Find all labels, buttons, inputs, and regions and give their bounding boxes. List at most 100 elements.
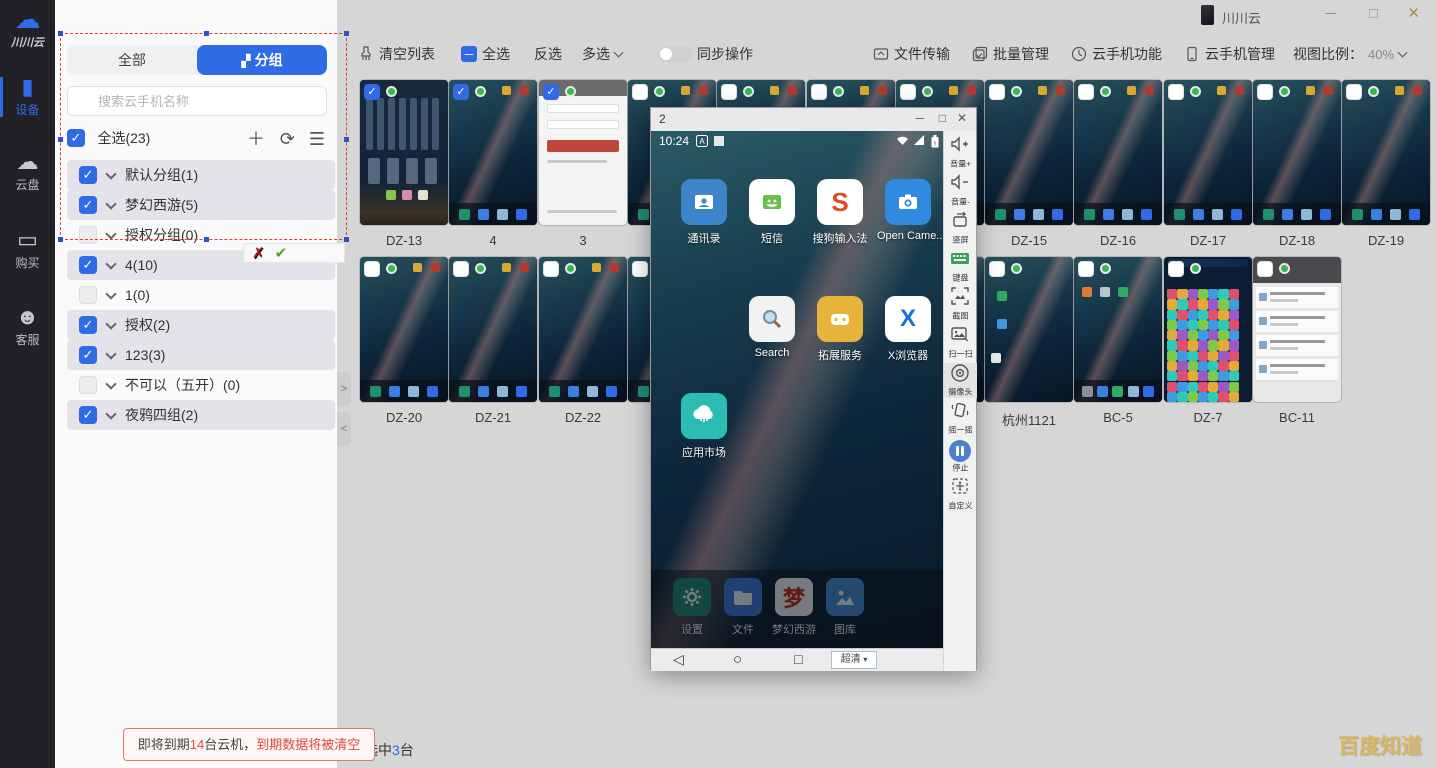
- device-checkbox[interactable]: [1078, 84, 1094, 100]
- device-checkbox[interactable]: [989, 84, 1005, 100]
- group-checkbox[interactable]: ✓: [79, 166, 97, 184]
- device-checkbox[interactable]: [543, 261, 559, 277]
- device-card[interactable]: [1164, 80, 1252, 225]
- phone-screen[interactable]: 10:24 A ! 通讯录短信S搜狗输入法Open Came..Search拓展…: [651, 131, 945, 648]
- sidebar-item-cloud-disk[interactable]: ☁ 云盘: [0, 150, 55, 193]
- device-card[interactable]: [1253, 257, 1341, 402]
- device-checkbox[interactable]: ✓: [364, 84, 380, 100]
- group-checkbox[interactable]: [79, 376, 97, 394]
- device-checkbox[interactable]: [900, 84, 916, 100]
- toggle-off-icon[interactable]: [658, 46, 692, 62]
- device-card[interactable]: [1253, 80, 1341, 225]
- group-checkbox[interactable]: [79, 286, 97, 304]
- device-checkbox[interactable]: [1078, 261, 1094, 277]
- device-card[interactable]: [985, 257, 1073, 402]
- file-transfer-button[interactable]: 文件传输: [873, 44, 950, 64]
- group-checkbox[interactable]: ✓: [79, 346, 97, 364]
- app-search-app[interactable]: Search: [741, 296, 803, 359]
- device-card[interactable]: [360, 257, 448, 402]
- android-recents-icon[interactable]: □: [794, 651, 802, 667]
- device-card[interactable]: [1074, 257, 1162, 402]
- app-contacts[interactable]: 通讯录: [673, 179, 735, 246]
- device-checkbox[interactable]: ✓: [543, 84, 559, 100]
- select-all-checkbox[interactable]: ✓: [67, 129, 85, 147]
- clear-list-button[interactable]: 清空列表: [358, 44, 435, 64]
- cloud-features-button[interactable]: 云手机功能: [1071, 44, 1162, 64]
- app-app-market[interactable]: 应用市场: [673, 393, 735, 460]
- device-checkbox[interactable]: [632, 84, 648, 100]
- android-back-icon[interactable]: ◁: [673, 651, 684, 668]
- close-button[interactable]: ✕: [1407, 6, 1420, 22]
- app-x-browser[interactable]: XX浏览器: [877, 296, 939, 363]
- group-row[interactable]: ✓夜鸦四组(2): [67, 400, 335, 430]
- tool-screenshot[interactable]: 截图: [944, 287, 977, 322]
- marquee-cancel-icon[interactable]: ✗: [252, 244, 265, 262]
- indeterminate-checkbox[interactable]: ─: [461, 46, 477, 62]
- sync-ops-toggle[interactable]: 同步操作: [658, 44, 753, 64]
- toolbar-select-all[interactable]: ─ 全选: [461, 44, 510, 64]
- tool-rotate-screen[interactable]: 竖屏: [944, 211, 977, 246]
- device-checkbox[interactable]: [1168, 84, 1184, 100]
- device-checkbox[interactable]: [721, 84, 737, 100]
- device-card[interactable]: ✓: [449, 80, 537, 225]
- group-row[interactable]: 1(0): [67, 280, 335, 310]
- phone-window-titlebar[interactable]: 2 ─ □ ✕: [651, 108, 976, 131]
- tool-scan[interactable]: 扫一扫: [944, 325, 977, 360]
- app-extend-service[interactable]: 拓展服务: [809, 296, 871, 363]
- app-sms[interactable]: 短信: [741, 179, 803, 246]
- phone-close-button[interactable]: ✕: [957, 111, 967, 125]
- device-checkbox[interactable]: [989, 261, 1005, 277]
- device-checkbox[interactable]: [453, 261, 469, 277]
- device-card[interactable]: ✓: [360, 80, 448, 225]
- quality-select[interactable]: 超清 ▾: [831, 651, 877, 669]
- device-checkbox[interactable]: [632, 261, 648, 277]
- cloud-manage-button[interactable]: 云手机管理: [1184, 44, 1275, 64]
- group-row[interactable]: ✓默认分组(1): [67, 160, 335, 190]
- device-card[interactable]: [1074, 80, 1162, 225]
- tool-custom[interactable]: 自定义: [944, 477, 977, 512]
- search-input[interactable]: [67, 86, 327, 116]
- device-checkbox[interactable]: [1257, 84, 1273, 100]
- group-row[interactable]: ✓梦幻西游(5): [67, 190, 335, 220]
- group-checkbox[interactable]: ✓: [79, 316, 97, 334]
- device-checkbox[interactable]: [1168, 261, 1184, 277]
- tool-stop[interactable]: 停止: [944, 439, 977, 474]
- maximize-button[interactable]: □: [1369, 6, 1378, 22]
- tool-volume-minus[interactable]: 音量-: [944, 173, 977, 208]
- invert-select-button[interactable]: 反选: [534, 44, 562, 64]
- device-checkbox[interactable]: ✓: [453, 84, 469, 100]
- multi-select-button[interactable]: 多选: [582, 44, 622, 64]
- android-home-icon[interactable]: ○: [733, 651, 742, 668]
- add-group-icon[interactable]: ＋: [247, 129, 265, 149]
- group-checkbox[interactable]: ✓: [79, 256, 97, 274]
- device-card[interactable]: [539, 257, 627, 402]
- device-checkbox[interactable]: [1257, 261, 1273, 277]
- panel-collapse-chevron[interactable]: <: [337, 412, 351, 446]
- tool-keyboard[interactable]: 键盘: [944, 249, 977, 284]
- tool-volume-plus[interactable]: 音量+: [944, 135, 977, 170]
- tool-shake[interactable]: 摇一摇: [944, 401, 977, 436]
- expiry-notice[interactable]: 即将到期14台云机，到期数据将被清空: [123, 728, 375, 761]
- group-row[interactable]: ✓授权(2): [67, 310, 335, 340]
- app-sogou-input[interactable]: S搜狗输入法: [809, 179, 871, 246]
- device-card[interactable]: [449, 257, 537, 402]
- refresh-groups-icon[interactable]: ⟳: [280, 129, 295, 149]
- device-card[interactable]: ✓: [539, 80, 627, 225]
- marquee-confirm-icon[interactable]: ✔: [275, 244, 288, 262]
- device-card[interactable]: [1164, 257, 1252, 402]
- group-checkbox[interactable]: ✓: [79, 406, 97, 424]
- sort-groups-icon[interactable]: ☰: [309, 129, 325, 149]
- sidebar-item-support[interactable]: ☻ 客服: [0, 305, 55, 348]
- group-checkbox[interactable]: ✓: [79, 196, 97, 214]
- phone-minimize-button[interactable]: ─: [915, 111, 924, 125]
- view-scale-select[interactable]: 视图比例： 40%: [1293, 44, 1406, 64]
- device-card[interactable]: [1342, 80, 1430, 225]
- device-checkbox[interactable]: [811, 84, 827, 100]
- tool-camera[interactable]: 摄像头: [944, 363, 977, 398]
- sidebar-item-devices[interactable]: ▮ 设备: [0, 75, 55, 118]
- device-checkbox[interactable]: [1346, 84, 1362, 100]
- app-camera-app[interactable]: Open Came..: [877, 179, 939, 242]
- phone-maximize-button[interactable]: □: [939, 111, 946, 125]
- tab-groups[interactable]: ▞分组: [197, 45, 327, 75]
- batch-manage-button[interactable]: 批量管理: [972, 44, 1049, 64]
